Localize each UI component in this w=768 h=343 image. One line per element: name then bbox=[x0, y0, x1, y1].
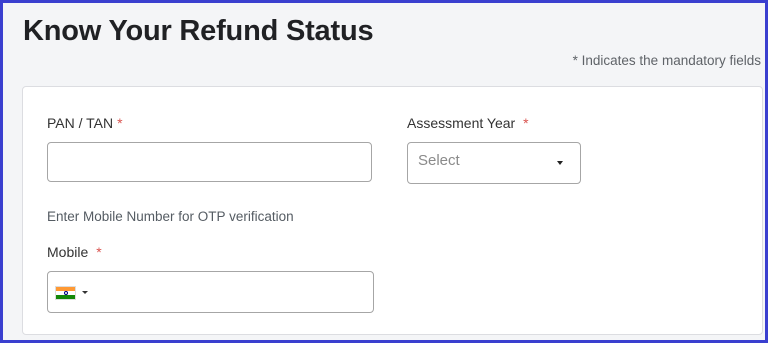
chevron-down-icon bbox=[82, 291, 88, 294]
mobile-field bbox=[47, 271, 374, 314]
assessment-year-placeholder: Select bbox=[418, 152, 460, 169]
mandatory-fields-note: * Indicates the mandatory fields bbox=[573, 53, 761, 68]
india-flag-icon bbox=[55, 286, 76, 300]
assessment-year-select[interactable]: Select bbox=[407, 142, 581, 184]
chevron-down-icon bbox=[557, 161, 563, 165]
assessment-year-label: Assessment Year * bbox=[407, 115, 529, 131]
pan-tan-label-text: PAN / TAN bbox=[47, 115, 114, 131]
mandatory-note-text: Indicates the mandatory fields bbox=[581, 53, 761, 68]
mobile-input[interactable] bbox=[96, 272, 367, 314]
required-marker: * bbox=[96, 244, 102, 260]
required-marker: * bbox=[117, 115, 123, 131]
required-marker: * bbox=[523, 115, 529, 131]
mandatory-note-star: * bbox=[572, 53, 578, 68]
pan-tan-label: PAN / TAN * bbox=[47, 115, 123, 131]
otp-hint-text: Enter Mobile Number for OTP verification bbox=[47, 209, 294, 224]
mobile-label: Mobile * bbox=[47, 244, 102, 260]
page-title: Know Your Refund Status bbox=[23, 15, 374, 47]
country-code-dropdown[interactable] bbox=[55, 285, 91, 301]
assessment-year-label-text: Assessment Year bbox=[407, 115, 516, 131]
pan-tan-input[interactable] bbox=[47, 142, 372, 182]
refund-status-form: PAN / TAN * Assessment Year * Select Enter… bbox=[22, 86, 763, 335]
mobile-label-text: Mobile bbox=[47, 244, 89, 260]
page-frame: Know Your Refund Status * Indicates the … bbox=[3, 3, 765, 340]
